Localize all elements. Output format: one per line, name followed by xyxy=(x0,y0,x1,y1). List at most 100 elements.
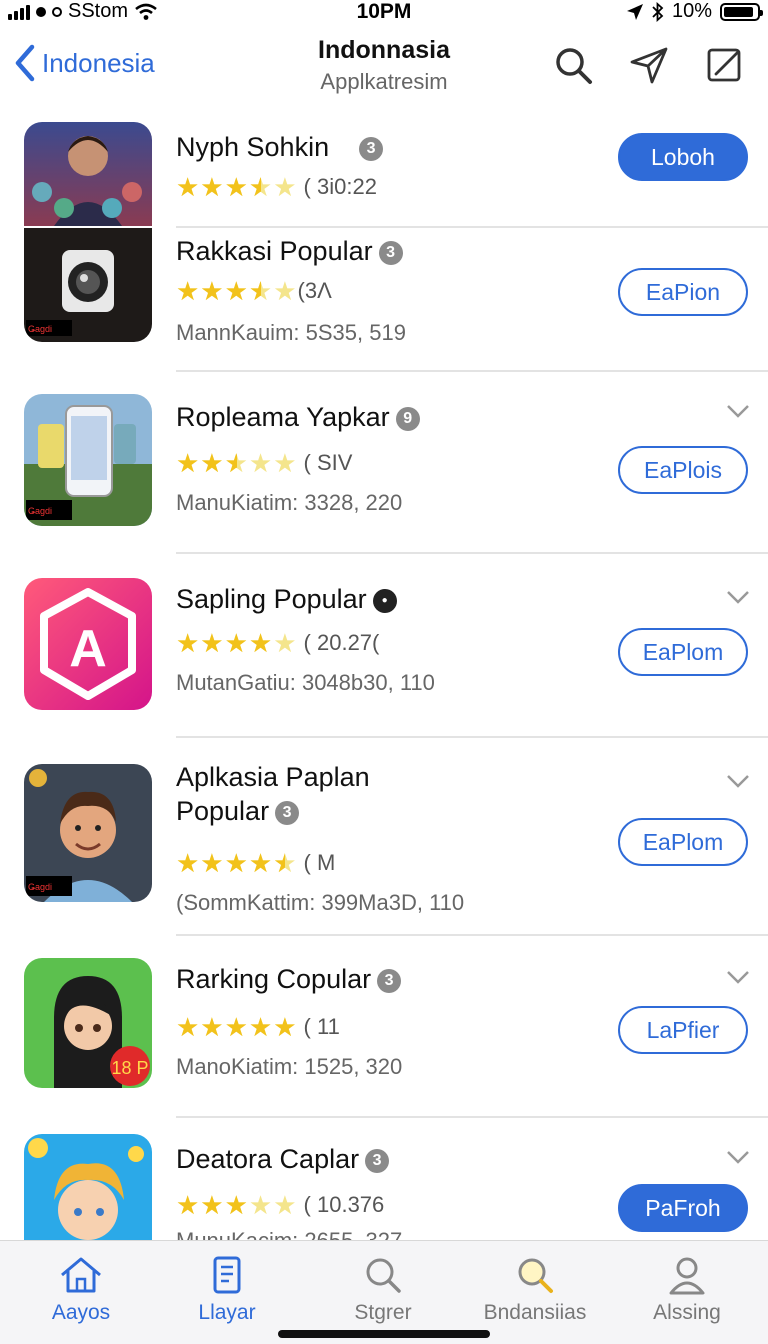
app-name: Deatora Caplar 3 xyxy=(176,1142,436,1176)
rating-count: ( 20.27( xyxy=(303,630,380,655)
cartoon-boy-app-icon xyxy=(24,1134,152,1240)
app-name: Rakkasi Popular 3 xyxy=(176,234,436,268)
app-rating: ★★★★★★★★★★ ( 3i0:22 xyxy=(176,174,377,200)
app-meta: ManuKiatim: 3328, 220 xyxy=(176,490,403,515)
camera-app-icon: Ǥagdi xyxy=(24,228,152,342)
svg-text:Ǥagdi: Ǥagdi xyxy=(28,882,52,892)
star-rating: ★★★★★★★★★★ xyxy=(176,172,298,202)
app-name: Aplkasia Paplan Popular 3 xyxy=(176,760,436,828)
nav-header: Indonesia Indonnasia Applkatresim xyxy=(0,30,768,110)
star-rating: ★★★★★★★★★★ xyxy=(176,628,298,658)
app-meta: MannKauim: 5S35, 519 xyxy=(176,320,406,345)
age-badge: 3 xyxy=(377,968,402,993)
list-item[interactable]: Ǥagdi Rakkasi Popular3 ★★★★★★★★★★ (3Λ Ma… xyxy=(0,226,768,370)
app-icon-phone: Ǥagdi xyxy=(24,394,152,526)
battery-level xyxy=(724,6,753,17)
divider xyxy=(176,934,768,936)
get-button[interactable]: PaFroh xyxy=(618,1184,748,1232)
rating-count: (3Λ xyxy=(297,278,332,303)
location-arrow-icon xyxy=(626,3,643,20)
app-meta: (SommKattim: 399Ma3D, 110 xyxy=(176,890,465,915)
age-badge: 3 xyxy=(275,800,300,825)
tab-bar: Aayos Llayar Stgrer Bndansiias Alssing xyxy=(0,1240,768,1344)
get-button[interactable]: EaPion xyxy=(618,268,748,316)
app-meta: ManoKiatim: 1525, 320 xyxy=(176,1054,403,1079)
app-rating: ★★★★★★★★★★ ( M xyxy=(176,850,335,876)
document-icon xyxy=(213,1256,241,1294)
tab-account[interactable]: Alssing xyxy=(612,1255,762,1325)
tab-home[interactable]: Aayos xyxy=(6,1255,156,1325)
list-item[interactable]: A Sapling Popular● ★★★★★★★★★★ ( 20.27( M… xyxy=(0,552,768,736)
battery-percent: 10% xyxy=(671,0,712,22)
list-item[interactable]: Ǥagdi Ropleama Yapkar9 ★★★★★★★★★★ ( ЅIV … xyxy=(0,370,768,552)
bluetooth-icon xyxy=(652,1,664,22)
compose-icon[interactable] xyxy=(704,44,746,86)
list-item[interactable]: Nyph Sohkin 3 ★★★★★★★★★★ ( 3i0:22 Loboh xyxy=(0,118,768,228)
divider xyxy=(176,552,768,554)
tab-label: Bndansiias xyxy=(483,1301,587,1324)
divider xyxy=(176,370,768,372)
svg-text:Ǥagdi: Ǥagdi xyxy=(28,506,52,516)
svg-text:A: A xyxy=(69,620,107,678)
age-badge: 3 xyxy=(359,136,384,161)
phone-app-icon: Ǥagdi xyxy=(24,394,152,526)
tab-label: Llayar xyxy=(198,1301,256,1324)
chevron-down-icon[interactable] xyxy=(726,404,750,418)
home-indicator xyxy=(278,1330,490,1338)
app-icon-letter-a: A xyxy=(24,578,152,710)
chevron-down-icon[interactable] xyxy=(726,970,750,984)
get-button[interactable]: EaPlois xyxy=(618,446,748,494)
battery-icon xyxy=(720,2,763,21)
tab-label: Stgrer xyxy=(354,1301,412,1324)
search-highlight-icon xyxy=(518,1258,553,1293)
app-rating: ★★★★★★★★★★ ( ЅIV xyxy=(176,450,352,476)
chevron-down-icon[interactable] xyxy=(726,1150,750,1164)
app-meta: MunuKacim: 2655, 327 xyxy=(176,1228,402,1240)
svg-text:Ǥagdi: Ǥagdi xyxy=(28,324,52,334)
app-name: Ropleama Yapkar 9 xyxy=(176,400,436,434)
rating-count: ( 11 xyxy=(303,1014,340,1039)
app-rating: ★★★★★★★★★★ (3Λ xyxy=(176,278,332,304)
app-icon-portrait xyxy=(24,122,152,226)
avatar-man-app-icon: Ǥagdi xyxy=(24,764,152,902)
rating-count: ( 10.376 xyxy=(303,1192,385,1217)
search-icon xyxy=(366,1258,401,1293)
list-item[interactable]: Deatora Caplar3 ★★★★★★★★★★ ( 10.376 Munu… xyxy=(0,1116,768,1240)
home-icon xyxy=(61,1257,101,1293)
chevron-down-icon[interactable] xyxy=(726,590,750,604)
chevron-down-icon[interactable] xyxy=(726,774,750,788)
app-name-text: Sapling Popular xyxy=(176,584,367,614)
search-icon[interactable] xyxy=(552,44,594,86)
app-rating: ★★★★★ ★★★★★ ( 11 xyxy=(176,1014,340,1040)
send-icon[interactable] xyxy=(628,44,670,86)
get-button[interactable]: Loboh xyxy=(618,133,748,181)
app-name-text: Deatora Caplar xyxy=(176,1144,360,1174)
get-button[interactable]: EaPlom xyxy=(618,818,748,866)
app-icon-avatar-man: Ǥagdi xyxy=(24,764,152,902)
tab-explore[interactable]: Bndansiias xyxy=(460,1255,610,1325)
star-rating: ★★★★★★★★★★ xyxy=(176,448,298,478)
portrait-artwork-icon xyxy=(24,122,152,226)
app-name-text: Rakkasi Popular xyxy=(176,236,373,266)
age-badge: 9 xyxy=(395,406,420,431)
get-button[interactable]: LaPfier xyxy=(618,1006,748,1054)
tab-documents[interactable]: Llayar xyxy=(152,1255,302,1325)
app-rating: ★★★★★★★★★★ ( 20.27( xyxy=(176,630,379,656)
star-rating: ★★★★★★★★★★ xyxy=(176,848,298,878)
letter-a-app-icon: A xyxy=(24,578,152,710)
star-rating: ★★★★★★★★★★ xyxy=(176,1012,298,1042)
list-item[interactable]: Ǥagdi Aplkasia Paplan Popular 3 ★★★★★ ★★★★… xyxy=(0,736,768,934)
tab-label: Alssing xyxy=(653,1301,721,1324)
app-icon-cartoon-boy xyxy=(24,1134,152,1240)
list-item[interactable]: 18 P Rarking Copular 3 ★★★★★ ★★★★★ ( 11 Ma… xyxy=(0,934,768,1116)
divider xyxy=(176,1116,768,1118)
age-badge: 3 xyxy=(365,1148,390,1173)
header-actions xyxy=(552,44,746,86)
app-icon-avatar-girl: 18 P xyxy=(24,958,152,1088)
age-badge: 3 xyxy=(378,240,403,265)
rating-count: ( 3i0:22 xyxy=(303,174,377,199)
app-meta: MutanGatiu: 3048b30, 110 xyxy=(176,670,435,695)
app-name: Nyph Sohkin 3 xyxy=(176,130,436,164)
tab-search[interactable]: Stgrer xyxy=(308,1255,458,1325)
get-button[interactable]: EaPlom xyxy=(618,628,748,676)
